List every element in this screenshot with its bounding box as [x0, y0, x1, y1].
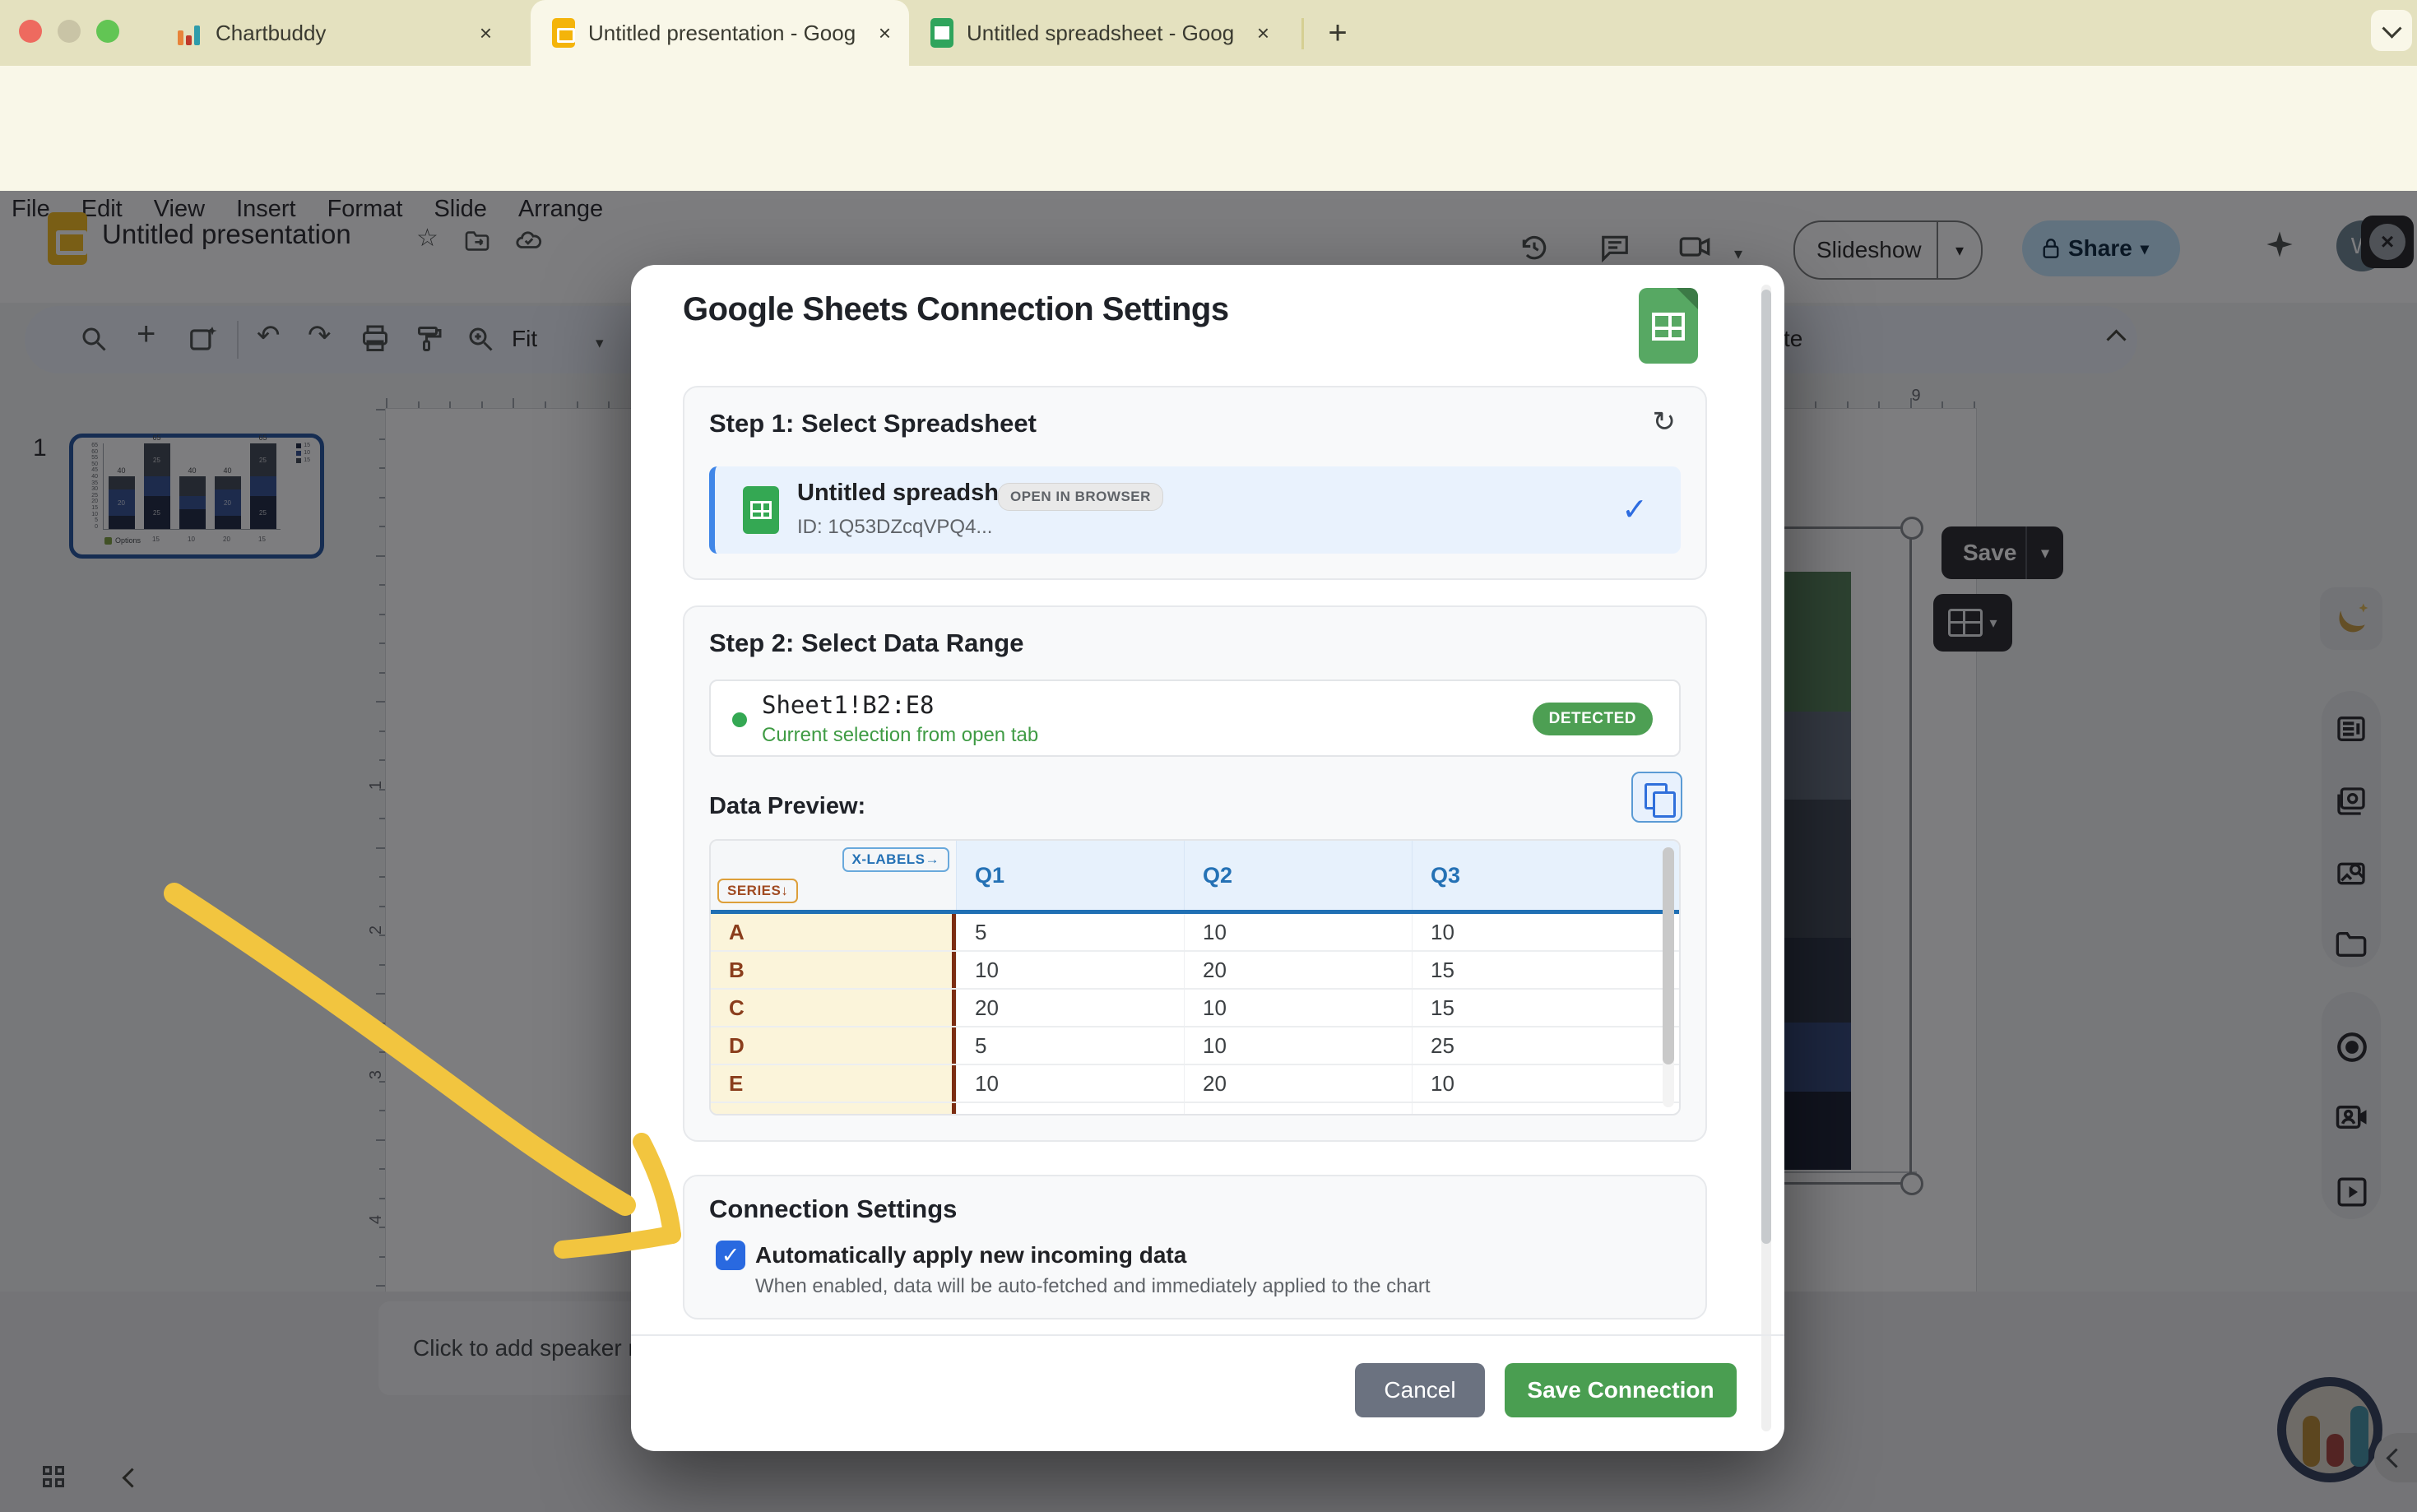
open-in-browser-badge: OPEN IN BROWSER: [998, 483, 1163, 511]
tab-close-icon[interactable]: ×: [1257, 21, 1269, 46]
dialog-scrollbar-thumb[interactable]: [1761, 290, 1771, 1244]
tab-title: Chartbuddy: [216, 21, 480, 46]
tab-title: Untitled spreadsheet - Goog: [967, 21, 1257, 46]
save-connection-button[interactable]: Save Connection: [1505, 1363, 1737, 1417]
footer-divider: [631, 1334, 1784, 1336]
table-cell: 20: [1184, 1065, 1412, 1102]
spreadsheet-id: ID: 1Q53DZcqVPQ4...: [797, 516, 992, 539]
table-header-row: X-LABELS→ SERIES↓ Q1Q2Q3: [711, 841, 1679, 914]
transpose-button[interactable]: [1631, 772, 1682, 823]
tab-title: Untitled presentation - Goog: [588, 21, 879, 46]
tab-close-icon[interactable]: ×: [480, 21, 492, 46]
table-row-partial: [711, 1103, 1679, 1115]
table-scrollbar-thumb[interactable]: [1663, 847, 1674, 1064]
table-cell: 25: [1412, 1027, 1640, 1064]
spreadsheet-item-selected[interactable]: Untitled spreadsheet OPEN IN BROWSER ID:…: [709, 466, 1681, 554]
detected-badge: DETECTED: [1533, 703, 1653, 735]
tab-spreadsheet[interactable]: Untitled spreadsheet - Goog ×: [909, 0, 1287, 66]
table-cell: 15: [1412, 952, 1640, 988]
data-preview-label: Data Preview:: [709, 793, 865, 820]
table-row: B102015: [711, 952, 1679, 990]
sheets-connection-dialog: Google Sheets Connection Settings Step 1…: [631, 265, 1784, 1451]
table-cell: 20: [1184, 952, 1412, 988]
table-cell: 10: [956, 952, 1184, 988]
table-row: A51010: [711, 914, 1679, 952]
table-body: A51010B102015C201015D51025E102010: [711, 914, 1679, 1115]
status-dot: [732, 712, 747, 727]
screen: Chartbuddy × Untitled presentation - Goo…: [0, 0, 2417, 1512]
refresh-icon[interactable]: ↻: [1653, 406, 1677, 438]
series-badge: SERIES↓: [717, 879, 798, 903]
google-sheets-icon: [1639, 288, 1698, 364]
table-cell: 10: [1412, 914, 1640, 950]
table-cell: 10: [1184, 1027, 1412, 1064]
step2-heading: Step 2: Select Data Range: [709, 628, 1023, 658]
range-value: Sheet1!B2:E8: [762, 691, 935, 719]
range-subtext: Current selection from open tab: [762, 724, 1038, 747]
table-cell: 10: [956, 1065, 1184, 1102]
row-label: A: [711, 914, 956, 950]
slides-favicon: [552, 18, 575, 48]
table-cell: 10: [1412, 1065, 1640, 1102]
table-row: E102010: [711, 1065, 1679, 1103]
column-header-q2: Q2: [1184, 841, 1412, 910]
auto-apply-label: Automatically apply new incoming data: [755, 1242, 1186, 1269]
sheets-favicon: [930, 18, 953, 48]
connection-settings-card: Connection Settings ✓ Automatically appl…: [683, 1175, 1707, 1320]
x-labels-badge: X-LABELS→: [842, 847, 950, 872]
connection-settings-heading: Connection Settings: [709, 1194, 957, 1224]
browser-toolbar: ← → ↻ docs.google.com/presentation/d/1b5…: [0, 66, 2417, 137]
auto-apply-description: When enabled, data will be auto-fetched …: [755, 1275, 1431, 1298]
chartbuddy-favicon: [178, 21, 202, 45]
table-row: D51025: [711, 1027, 1679, 1065]
chevron-down-icon: [2382, 18, 2401, 38]
step1-card: Step 1: Select Spreadsheet ↻ Untitled sp…: [683, 386, 1707, 580]
step1-heading: Step 1: Select Spreadsheet: [709, 409, 1037, 438]
dialog-title: Google Sheets Connection Settings: [683, 291, 1229, 328]
row-label: C: [711, 990, 956, 1026]
selected-check-icon: ✓: [1621, 491, 1648, 528]
new-tab-button[interactable]: +: [1316, 12, 1359, 54]
table-cell: 5: [956, 1027, 1184, 1064]
cancel-button[interactable]: Cancel: [1355, 1363, 1485, 1417]
table-cell: 20: [956, 990, 1184, 1026]
column-header-q3: Q3: [1412, 841, 1640, 910]
tab-chartbuddy[interactable]: Chartbuddy ×: [156, 0, 510, 66]
tab-separator: [1301, 18, 1304, 49]
table-cell: 5: [956, 914, 1184, 950]
tab-presentation-active[interactable]: Untitled presentation - Goog ×: [531, 0, 909, 66]
table-cell: 10: [1184, 990, 1412, 1026]
table-cell: 10: [1184, 914, 1412, 950]
sheets-file-icon: [743, 486, 779, 534]
auto-apply-checkbox[interactable]: ✓: [716, 1241, 745, 1270]
column-header-q1: Q1: [956, 841, 1184, 910]
row-label: E: [711, 1065, 956, 1102]
step2-card: Step 2: Select Data Range Sheet1!B2:E8 C…: [683, 605, 1707, 1142]
row-label: B: [711, 952, 956, 988]
tab-search-chevron-button[interactable]: [2371, 10, 2412, 51]
data-preview-table: X-LABELS→ SERIES↓ Q1Q2Q3 A51010B102015C2…: [709, 839, 1681, 1115]
data-range-row[interactable]: Sheet1!B2:E8 Current selection from open…: [709, 679, 1681, 757]
bookmarks-bar: All Bookmarks: [0, 137, 2417, 192]
table-row: C201015: [711, 990, 1679, 1027]
window-maximize-button[interactable]: [96, 20, 119, 43]
tab-close-icon[interactable]: ×: [879, 21, 891, 46]
window-close-button[interactable]: [19, 20, 42, 43]
table-corner-cell: X-LABELS→ SERIES↓: [711, 841, 956, 910]
table-cell: 15: [1412, 990, 1640, 1026]
browser-tab-strip: Chartbuddy × Untitled presentation - Goo…: [0, 0, 2417, 66]
window-minimize-button[interactable]: [58, 20, 81, 43]
row-label: D: [711, 1027, 956, 1064]
